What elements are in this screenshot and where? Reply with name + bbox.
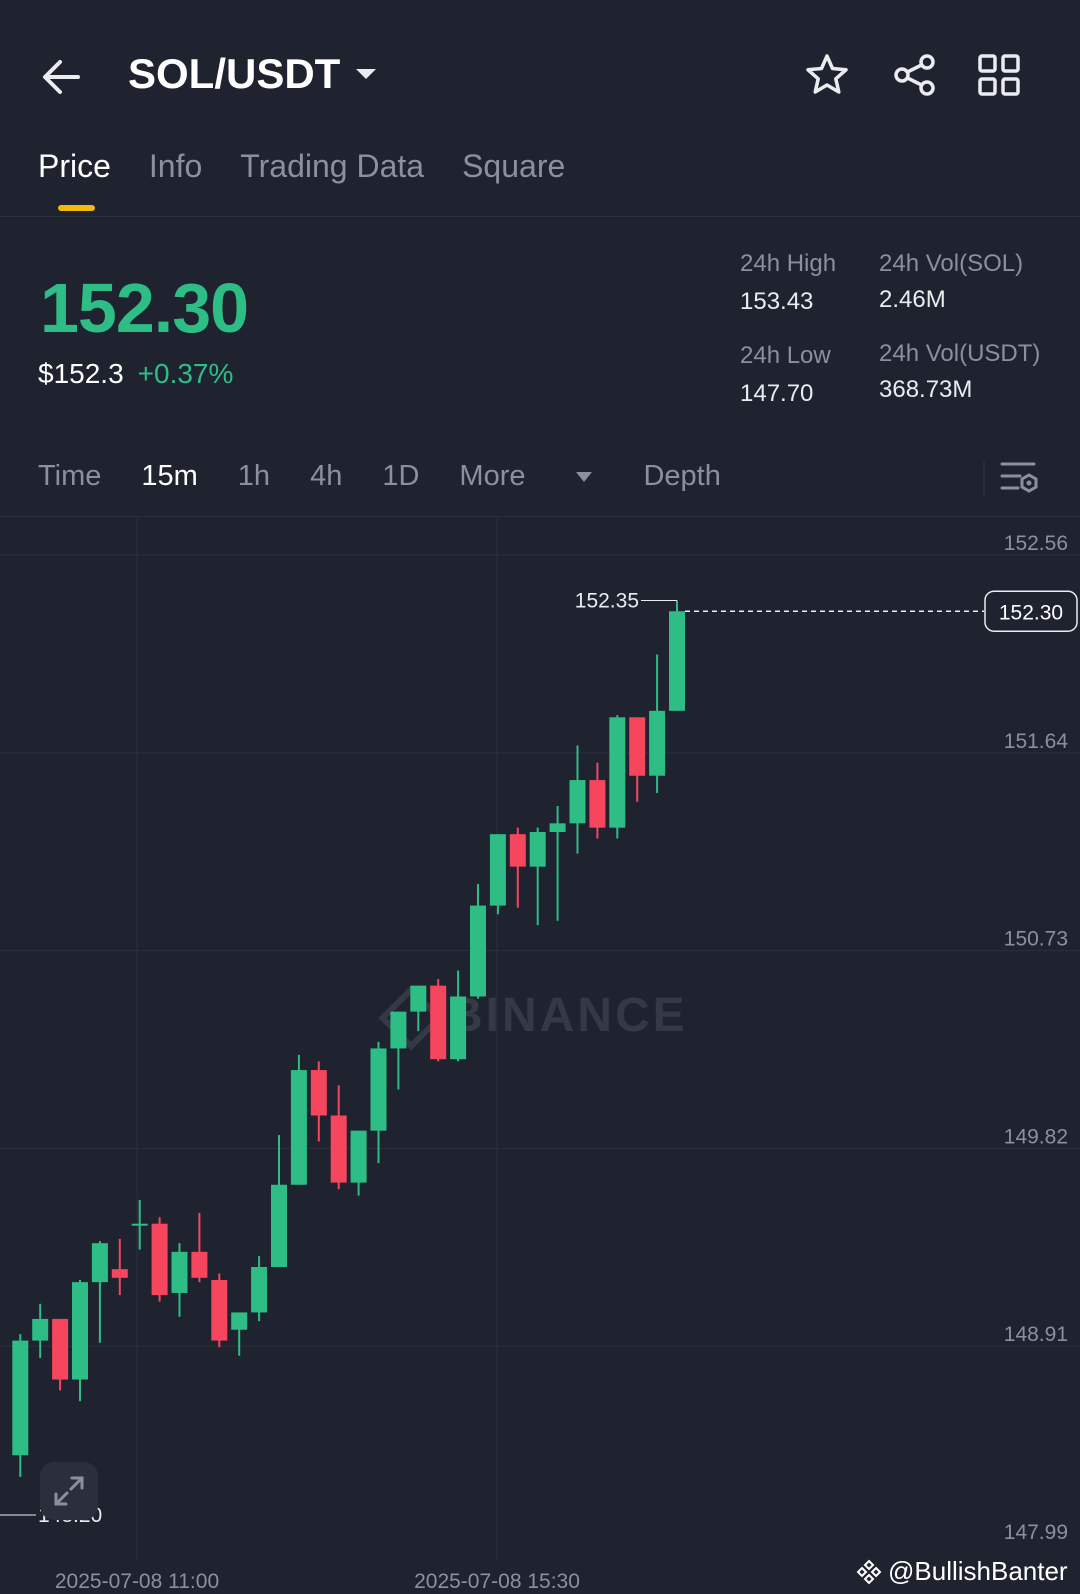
y-axis-label: 151.64 [1004,730,1069,753]
share-button[interactable] [892,52,938,98]
candle-up [649,710,666,776]
y-axis-label: 148.91 [1004,1323,1068,1346]
pair-selector[interactable]: SOL/USDT [128,50,378,98]
fiat-price: $152.3 [38,358,124,389]
candle-up [350,1130,367,1183]
interval-1h[interactable]: 1h [238,460,270,493]
tab-info[interactable]: Info [149,148,202,185]
binance-square-logo-icon [856,1559,882,1584]
candle-up [569,780,586,824]
candlestick-chart[interactable]: 152.56 151.64 150.73 149.82 148.91 147.99 2025… [0,516,1080,1594]
candle-up [549,823,566,833]
tab-trading-data[interactable]: Trading Data [240,148,424,185]
vol-base-label: 24h Vol(SOL) [879,250,1024,277]
candle-up [450,996,467,1060]
tab-bar: Price Info Trading Data Square [38,148,565,211]
tab-price[interactable]: Price [38,148,111,211]
tab-divider [0,216,1080,217]
candle-up [32,1318,49,1341]
candle-up [91,1243,108,1283]
candle-up [470,905,486,997]
price-change: +0.37% [137,358,234,389]
high-label: 24h High [740,250,837,277]
candle-down [211,1279,228,1341]
candle-down [589,780,606,828]
high-marker-label: 152.35 [575,589,639,612]
candle-up [410,985,427,1012]
more-label: More [459,460,526,492]
last-price: 152.30 [40,269,249,347]
brand-handle: @BullishBanter [888,1556,1068,1586]
candle-up [72,1282,88,1380]
star-icon [806,54,848,94]
pair-title: SOL/USDT [128,50,341,97]
price-subline: $152.3 +0.37% [38,358,233,390]
candle-down [151,1223,168,1296]
favorite-button[interactable] [804,52,850,98]
candle-down [111,1269,128,1278]
high-value: 153.43 [740,288,814,315]
interval-separator [983,462,985,496]
y-axis-label: 147.99 [1004,1521,1068,1544]
tab-square[interactable]: Square [462,148,565,185]
vol-quote-value: 368.73M [879,376,973,403]
interval-bar: Time 15m 1h 4h 1D More Depth [38,460,761,493]
low-value: 147.70 [740,380,814,407]
active-tab-indicator [58,205,95,211]
candle-up [231,1312,248,1330]
y-axis-label: 149.82 [1004,1125,1068,1148]
low-label: 24h Low [740,342,831,369]
interval-more[interactable]: More [459,460,593,493]
candle-down [191,1251,208,1278]
chart-settings-icon [1000,462,1038,493]
last-price-tag: 152.30 [999,601,1063,624]
grid-icon [978,54,1020,96]
candle-up [489,834,506,906]
interval-1d[interactable]: 1D [382,460,419,493]
candle-down [310,1070,327,1116]
vol-base-value: 2.46M [879,286,946,313]
candle-up [171,1251,188,1293]
vol-quote-label: 24h Vol(USDT) [879,340,1041,367]
grid-menu-button[interactable] [976,52,1022,98]
candle-up [609,717,626,828]
footer-brand: @BullishBanter [856,1556,1068,1587]
chart-settings-button[interactable] [1000,458,1040,498]
back-button[interactable] [38,54,84,100]
candle-down [330,1115,347,1183]
expand-button-bg [40,1462,98,1520]
depth-tab[interactable]: Depth [643,460,720,493]
candle-down [629,717,646,776]
candle-up [271,1184,287,1267]
x-axis-label: 2025-07-08 11:00 [55,1570,219,1593]
dropdown-caret-icon [356,69,377,79]
interval-15m[interactable]: 15m [141,460,197,493]
candle-up [669,611,685,711]
y-axis-label: 152.56 [1004,532,1068,555]
candle-down [52,1318,69,1380]
candle-up [131,1223,148,1226]
candle-up [370,1048,387,1131]
interval-4h[interactable]: 4h [310,460,342,493]
candle-up [390,1011,407,1049]
candle-up [12,1340,29,1456]
candle-up [290,1070,307,1185]
back-arrow-icon [43,60,80,94]
candle-up [529,832,546,867]
caret-down-icon [576,471,593,482]
interval-time[interactable]: Time [38,460,101,493]
y-axis-label: 150.73 [1004,928,1068,951]
candle-down [430,985,447,1060]
x-axis-label: 2025-07-08 15:30 [414,1570,580,1593]
candle-down [509,834,526,867]
share-icon [894,54,935,96]
expand-icon [54,1476,84,1506]
candle-up [251,1266,268,1313]
